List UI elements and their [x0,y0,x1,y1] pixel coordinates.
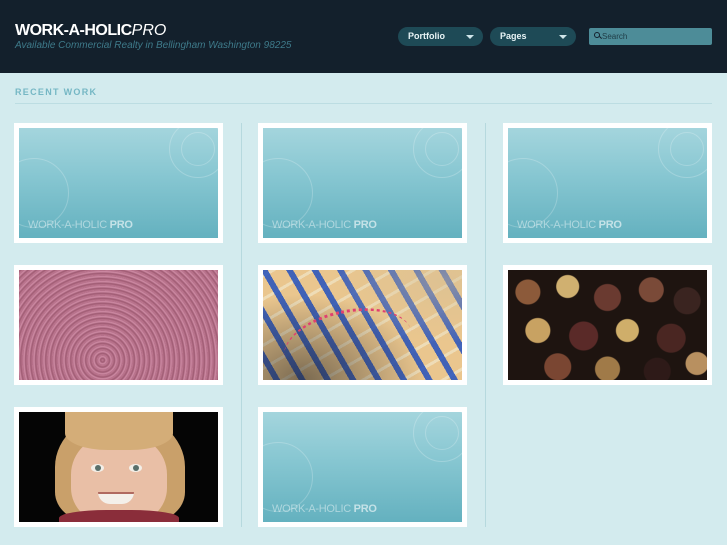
watermark-main: WORK-A-HOLIC [517,219,596,231]
watermark-suffix: PRO [598,219,622,231]
portfolio-thumbnail[interactable]: WORK-A-HOLIC PRO [503,123,712,243]
mosaic-pattern-photo [263,270,462,380]
chevron-down-icon [466,35,474,39]
nav-portfolio-label: Portfolio [408,31,445,41]
placeholder-image: WORK-A-HOLIC PRO [263,412,462,522]
search-input[interactable] [602,28,708,45]
nav-pages-dropdown[interactable]: Pages [490,27,576,46]
portfolio-thumbnail[interactable]: WORK-A-HOLIC PRO [258,123,467,243]
portfolio-thumbnail[interactable] [14,265,223,385]
photo-detail [129,464,142,472]
nav-portfolio-dropdown[interactable]: Portfolio [398,27,483,46]
column-divider [241,123,242,527]
placeholder-image: WORK-A-HOLIC PRO [508,128,707,238]
portfolio-thumbnail[interactable]: WORK-A-HOLIC PRO [14,123,223,243]
search-box [589,28,712,45]
section-divider [15,103,712,104]
child-portrait-photo [19,412,218,522]
watermark-suffix: PRO [353,503,377,515]
watermark-main: WORK-A-HOLIC [272,219,351,231]
watermark-text: WORK-A-HOLIC PRO [28,219,133,231]
portfolio-thumbnail[interactable]: WORK-A-HOLIC PRO [258,407,467,527]
watermark-text: WORK-A-HOLIC PRO [517,219,622,231]
watermark-text: WORK-A-HOLIC PRO [272,503,377,515]
swirl-decoration [263,158,313,228]
portfolio-thumbnail[interactable] [258,265,467,385]
portfolio-thumbnail[interactable] [503,265,712,385]
placeholder-image: WORK-A-HOLIC PRO [19,128,218,238]
photo-detail [59,510,179,522]
placeholder-image: WORK-A-HOLIC PRO [263,128,462,238]
watermark-main: WORK-A-HOLIC [28,219,107,231]
site-logo[interactable]: WORK-A-HOLICPRO [15,22,166,40]
coiled-rope-photo [19,270,218,380]
chevron-down-icon [559,35,567,39]
watermark-suffix: PRO [353,219,377,231]
portfolio-thumbnail[interactable] [14,407,223,527]
photo-detail [65,412,173,450]
swirl-decoration [425,132,459,166]
swirl-decoration [263,442,313,512]
nav-pages-label: Pages [500,31,527,41]
logo-main: WORK-A-HOLIC [15,22,132,39]
watermark-main: WORK-A-HOLIC [272,503,351,515]
swirl-decoration [19,158,69,228]
watermark-suffix: PRO [109,219,133,231]
section-title: RECENT WORK [15,87,98,97]
swirl-decoration [181,132,215,166]
swirl-decoration [425,416,459,450]
logo-suffix: PRO [131,22,167,39]
swirl-decoration [670,132,704,166]
site-tagline: Available Commercial Realty in Bellingha… [15,40,292,51]
site-header: WORK-A-HOLICPRO Available Commercial Rea… [0,0,727,73]
watermark-text: WORK-A-HOLIC PRO [272,219,377,231]
olives-photo [508,270,707,380]
swirl-decoration [508,158,558,228]
column-divider [485,123,486,527]
photo-detail [91,464,104,472]
